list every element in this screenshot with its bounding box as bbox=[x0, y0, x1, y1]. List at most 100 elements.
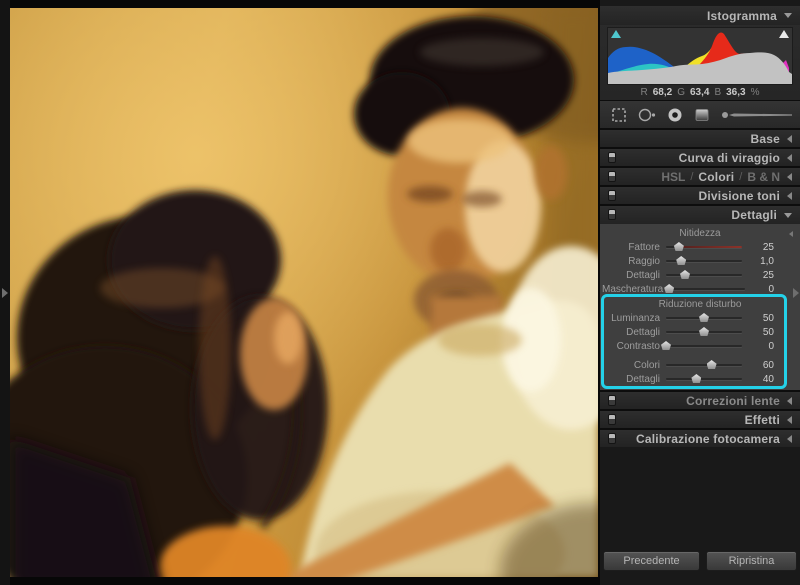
slider-value: 0 bbox=[742, 341, 800, 352]
slider-thumb[interactable] bbox=[674, 242, 684, 251]
detail-panel-body: Nitidezza Fattore 25 Raggio 1,0 Dettagli bbox=[600, 224, 800, 390]
slider-luminanza: Luminanza 50 bbox=[600, 311, 800, 325]
slider-thumb[interactable] bbox=[699, 313, 709, 322]
slider-label: Raggio bbox=[602, 256, 666, 267]
chevron-left-icon bbox=[787, 173, 792, 181]
collapse-right-panel-icon[interactable] bbox=[793, 288, 799, 298]
sharpening-section-title: Nitidezza bbox=[600, 227, 800, 240]
percent-label: % bbox=[751, 87, 760, 98]
panel-header-effects[interactable]: Effetti bbox=[600, 411, 800, 428]
panel-label-colori[interactable]: Colori bbox=[698, 170, 734, 184]
slider-value: 0 bbox=[745, 284, 800, 295]
crop-tool-icon[interactable] bbox=[610, 105, 628, 125]
slider-label: Dettagli bbox=[602, 270, 666, 281]
panel-header-split-toning[interactable]: Divisione toni bbox=[600, 187, 800, 204]
slider-track[interactable] bbox=[666, 260, 742, 262]
panel-toggle-switch[interactable] bbox=[608, 171, 616, 182]
slider-track[interactable] bbox=[666, 274, 742, 276]
histogram-header[interactable]: Istogramma bbox=[600, 6, 800, 25]
panel-label-hsl[interactable]: HSL bbox=[661, 170, 685, 184]
panel-header-tone-curve[interactable]: Curva di viraggio bbox=[600, 149, 800, 166]
b-label: B bbox=[714, 87, 721, 98]
slider-thumb[interactable] bbox=[680, 270, 690, 279]
slider-value: 60 bbox=[742, 360, 800, 371]
shadow-clipping-indicator-icon[interactable] bbox=[611, 30, 621, 38]
histogram-panel: Istogramma R bbox=[600, 6, 800, 100]
photo-preview[interactable] bbox=[10, 8, 598, 577]
panel-toggle-switch[interactable] bbox=[608, 433, 616, 444]
slider-contrasto: Contrasto 0 bbox=[600, 339, 800, 353]
panel-footer: Precedente Ripristina bbox=[600, 447, 800, 585]
chevron-left-icon bbox=[787, 397, 792, 405]
slider-track[interactable] bbox=[666, 246, 742, 248]
panel-label-camera-calibration: Calibrazione fotocamera bbox=[636, 432, 780, 446]
chevron-down-icon bbox=[784, 13, 792, 18]
slider-raggio: Raggio 1,0 bbox=[600, 254, 800, 268]
slider-value: 50 bbox=[742, 327, 800, 338]
panel-toggle-switch[interactable] bbox=[608, 414, 616, 425]
panel-toggle-switch[interactable] bbox=[608, 152, 616, 163]
graduated-filter-tool-icon[interactable] bbox=[693, 105, 711, 125]
slider-thumb[interactable] bbox=[691, 374, 701, 383]
spot-removal-tool-icon[interactable] bbox=[637, 105, 657, 125]
panel-header-detail[interactable]: Dettagli bbox=[600, 206, 800, 224]
slider-track[interactable] bbox=[666, 317, 742, 319]
slider-track[interactable] bbox=[666, 345, 742, 347]
b-value: 36,3 bbox=[726, 87, 745, 98]
slider-value: 50 bbox=[742, 313, 800, 324]
slider-value: 1,0 bbox=[742, 256, 800, 267]
photo-image bbox=[10, 8, 598, 577]
slider-label: Luminanza bbox=[602, 313, 666, 324]
panel-label-bn[interactable]: B & N bbox=[747, 170, 780, 184]
slider-label: Mascheratura bbox=[602, 284, 669, 295]
slider-thumb[interactable] bbox=[707, 360, 717, 369]
tool-strip bbox=[600, 101, 800, 128]
slider-track-highlight bbox=[679, 246, 742, 248]
slider-dettagli-colori: Dettagli 40 bbox=[600, 372, 800, 386]
slider-track[interactable] bbox=[666, 364, 742, 366]
previous-button[interactable]: Precedente bbox=[603, 551, 700, 571]
slider-label: Fattore bbox=[602, 242, 666, 253]
panel-header-base[interactable]: Base bbox=[600, 130, 800, 147]
panel-header-lens-corrections[interactable]: Correzioni lente bbox=[600, 392, 800, 409]
panel-header-camera-calibration[interactable]: Calibrazione fotocamera bbox=[600, 430, 800, 447]
noise-reduction-section-title: Riduzione disturbo bbox=[600, 298, 800, 311]
slider-label: Contrasto bbox=[602, 341, 666, 352]
slider-fattore: Fattore 25 bbox=[600, 240, 800, 254]
red-eye-tool-icon[interactable] bbox=[666, 105, 684, 125]
g-value: 63,4 bbox=[690, 87, 709, 98]
histogram-title: Istogramma bbox=[707, 9, 777, 23]
slider-track[interactable] bbox=[669, 288, 745, 290]
lightroom-develop-view: Istogramma R bbox=[0, 0, 800, 585]
chevron-left-icon bbox=[787, 192, 792, 200]
slider-track[interactable] bbox=[666, 378, 742, 380]
chevron-left-icon bbox=[787, 416, 792, 424]
slider-label: Colori bbox=[602, 360, 666, 371]
expand-left-panel-icon[interactable] bbox=[2, 288, 8, 298]
rgb-readout: R 68,2 G 63,4 B 36,3 % bbox=[600, 86, 800, 99]
slider-mascheratura: Mascheratura 0 bbox=[600, 282, 800, 296]
histogram-display[interactable] bbox=[607, 27, 793, 85]
chevron-left-icon bbox=[787, 154, 792, 162]
reset-button[interactable]: Ripristina bbox=[706, 551, 797, 571]
panel-label-detail: Dettagli bbox=[731, 208, 777, 222]
slider-thumb[interactable] bbox=[699, 327, 709, 336]
panel-label-tone-curve: Curva di viraggio bbox=[679, 151, 780, 165]
slider-thumb[interactable] bbox=[676, 256, 686, 265]
slider-dettagli-nitidezza: Dettagli 25 bbox=[600, 268, 800, 282]
highlight-clipping-indicator-icon[interactable] bbox=[779, 30, 789, 38]
panel-header-hsl[interactable]: HSL / Colori / B & N bbox=[600, 168, 800, 185]
panel-toggle-switch[interactable] bbox=[608, 209, 616, 220]
panel-toggle-switch[interactable] bbox=[608, 395, 616, 406]
preview-collapse-icon[interactable] bbox=[789, 231, 793, 237]
slider-label: Dettagli bbox=[602, 374, 666, 385]
slider-value: 25 bbox=[742, 242, 800, 253]
slider-track[interactable] bbox=[666, 331, 742, 333]
panel-label-split-toning: Divisione toni bbox=[699, 189, 780, 203]
panel-label-base: Base bbox=[751, 132, 781, 146]
panel-toggle-switch[interactable] bbox=[608, 190, 616, 201]
slider-colori: Colori 60 bbox=[600, 358, 800, 372]
hsl-separator: / bbox=[739, 171, 742, 183]
r-value: 68,2 bbox=[653, 87, 672, 98]
adjustment-brush-tool-icon[interactable] bbox=[720, 105, 796, 125]
